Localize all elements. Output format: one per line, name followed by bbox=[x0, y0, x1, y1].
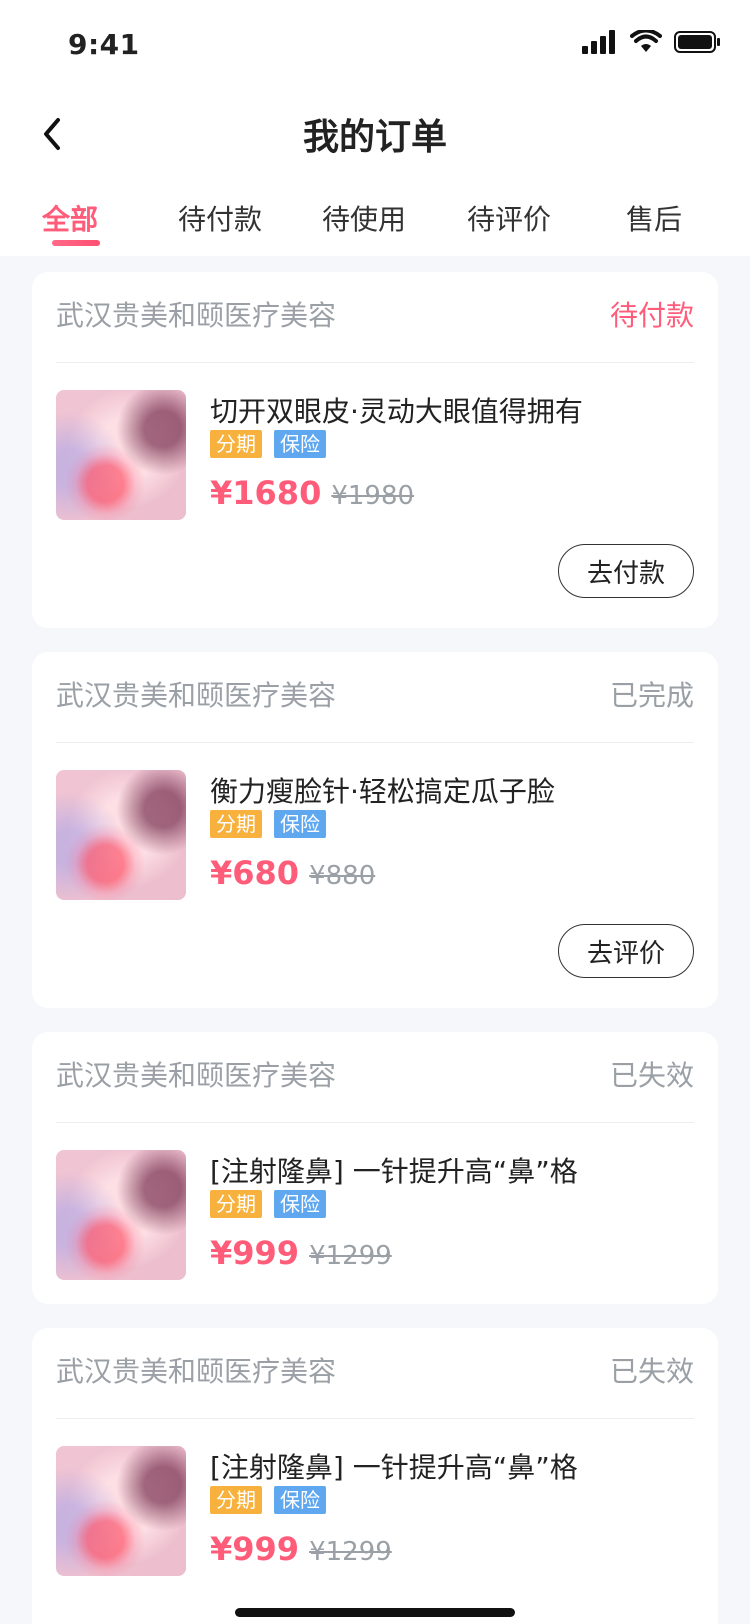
current-price: ¥1680 bbox=[210, 474, 322, 512]
order-card[interactable]: 武汉贵美和颐医疗美容 已失效 [注射隆鼻] 一针提升高“鼻”格 分期 保险 ¥9… bbox=[32, 1328, 718, 1624]
order-status: 已失效 bbox=[609, 1059, 694, 1092]
price-row: ¥1680 ¥1980 bbox=[210, 474, 414, 512]
order-card[interactable]: 武汉贵美和颐医疗美容 已失效 [注射隆鼻] 一针提升高“鼻”格 分期 保险 ¥9… bbox=[32, 1032, 718, 1304]
tab-all[interactable]: 全部 bbox=[42, 198, 98, 238]
pay-button[interactable]: 去付款 bbox=[558, 544, 694, 598]
active-tab-indicator bbox=[52, 240, 100, 246]
divider bbox=[56, 1122, 694, 1123]
status-time: 9:41 bbox=[68, 28, 140, 61]
insurance-tag: 保险 bbox=[274, 1486, 326, 1514]
product-tags: 分期 保险 bbox=[210, 1486, 326, 1514]
order-status: 待付款 bbox=[609, 299, 694, 332]
home-indicator[interactable] bbox=[235, 1608, 515, 1617]
order-card[interactable]: 武汉贵美和颐医疗美容 已完成 衡力瘦脸针·轻松搞定瓜子脸 分期 保险 ¥680 … bbox=[32, 652, 718, 1008]
signal-icon bbox=[582, 30, 615, 54]
insurance-tag: 保险 bbox=[274, 810, 326, 838]
review-button[interactable]: 去评价 bbox=[558, 924, 694, 978]
shop-name: 武汉贵美和颐医疗美容 bbox=[56, 1355, 337, 1388]
insurance-tag: 保险 bbox=[274, 1190, 326, 1218]
product-tags: 分期 保险 bbox=[210, 430, 326, 458]
page-title: 我的订单 bbox=[302, 117, 447, 158]
product-title[interactable]: 衡力瘦脸针·轻松搞定瓜子脸 bbox=[210, 770, 555, 810]
battery-icon bbox=[674, 31, 720, 53]
insurance-tag: 保险 bbox=[274, 430, 326, 458]
product-title[interactable]: [注射隆鼻] 一针提升高“鼻”格 bbox=[210, 1446, 578, 1486]
original-price: ¥880 bbox=[309, 861, 376, 891]
product-tags: 分期 保险 bbox=[210, 1190, 326, 1218]
installment-tag: 分期 bbox=[210, 810, 262, 838]
shop-name: 武汉贵美和颐医疗美容 bbox=[56, 1059, 337, 1092]
original-price: ¥1299 bbox=[309, 1241, 392, 1271]
order-status: 已失效 bbox=[609, 1355, 694, 1388]
nav-bar: 我的订单 bbox=[0, 92, 750, 176]
shop-name: 武汉贵美和颐医疗美容 bbox=[56, 299, 337, 332]
price-row: ¥680 ¥880 bbox=[210, 854, 375, 892]
original-price: ¥1980 bbox=[331, 481, 415, 511]
shop-name: 武汉贵美和颐医疗美容 bbox=[56, 679, 337, 712]
product-image[interactable] bbox=[56, 770, 186, 900]
product-image[interactable] bbox=[56, 390, 186, 520]
product-tags: 分期 保险 bbox=[210, 810, 326, 838]
installment-tag: 分期 bbox=[210, 1190, 262, 1218]
order-tabs: 全部 待付款 待使用 待评价 售后 bbox=[0, 176, 750, 256]
divider bbox=[56, 1418, 694, 1419]
tab-pending-review[interactable]: 待评价 bbox=[467, 198, 551, 238]
product-image[interactable] bbox=[56, 1150, 186, 1280]
divider bbox=[56, 742, 694, 743]
price-row: ¥999 ¥1299 bbox=[210, 1234, 392, 1272]
order-status: 已完成 bbox=[609, 679, 694, 712]
wifi-icon bbox=[630, 30, 662, 52]
product-title[interactable]: 切开双眼皮·灵动大眼值得拥有 bbox=[210, 390, 583, 430]
product-image[interactable] bbox=[56, 1446, 186, 1576]
status-bar: 9:41 bbox=[0, 0, 750, 92]
original-price: ¥1299 bbox=[309, 1537, 392, 1567]
current-price: ¥999 bbox=[210, 1234, 300, 1272]
installment-tag: 分期 bbox=[210, 430, 262, 458]
tab-pending-use[interactable]: 待使用 bbox=[322, 198, 406, 238]
order-card[interactable]: 武汉贵美和颐医疗美容 待付款 切开双眼皮·灵动大眼值得拥有 分期 保险 ¥168… bbox=[32, 272, 718, 628]
price-row: ¥999 ¥1299 bbox=[210, 1530, 392, 1568]
current-price: ¥680 bbox=[210, 854, 300, 892]
product-title[interactable]: [注射隆鼻] 一针提升高“鼻”格 bbox=[210, 1150, 578, 1190]
status-icons bbox=[582, 30, 722, 54]
installment-tag: 分期 bbox=[210, 1486, 262, 1514]
tab-after-sales[interactable]: 售后 bbox=[626, 198, 682, 238]
divider bbox=[56, 362, 694, 363]
current-price: ¥999 bbox=[210, 1530, 300, 1568]
tab-pending-payment[interactable]: 待付款 bbox=[178, 198, 262, 238]
